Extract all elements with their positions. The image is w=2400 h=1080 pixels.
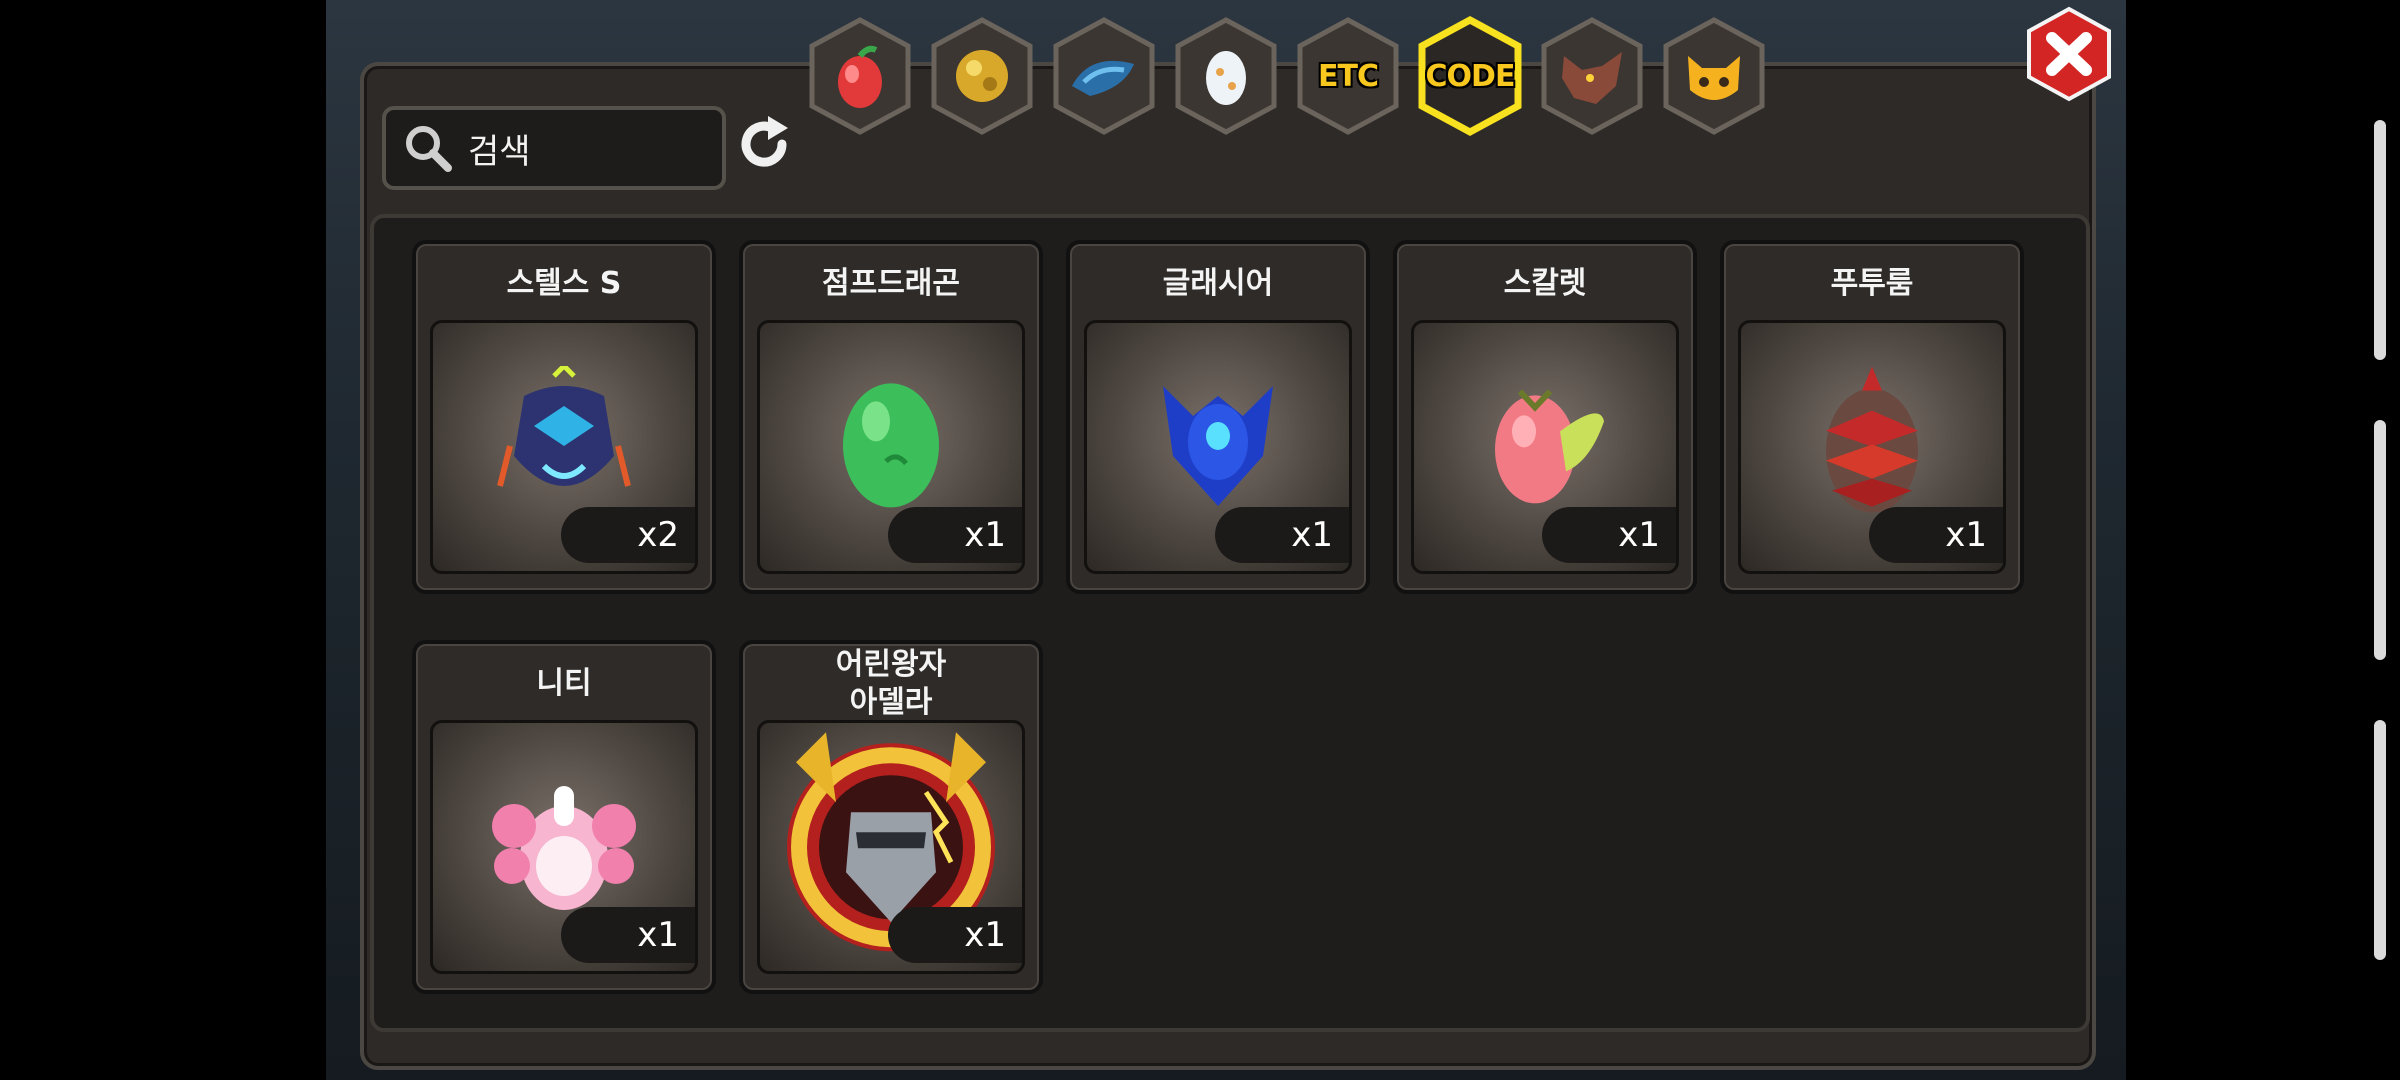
stealth-dragon-egg-icon (497, 366, 631, 487)
scrollbar[interactable] (2374, 120, 2386, 960)
item-name: 스텔스 S (506, 266, 622, 301)
item-image: x1 (1411, 320, 1679, 574)
tab-etc[interactable]: ETC (1294, 16, 1402, 136)
item-quantity: x1 (561, 907, 695, 963)
item-quantity: x1 (1215, 507, 1349, 563)
item-quantity: x2 (561, 507, 695, 563)
item-card[interactable]: 니티 x1 (412, 640, 716, 994)
refresh-icon (741, 116, 788, 167)
right-margin (2126, 0, 2400, 1080)
item-card[interactable]: 스칼렛 x1 (1393, 240, 1697, 594)
tab-fruit[interactable] (806, 16, 914, 136)
tab-egg[interactable] (1172, 16, 1280, 136)
pink-winged-egg-icon (1495, 389, 1604, 504)
item-card[interactable]: 푸투룸 x1 (1720, 240, 2024, 594)
tab-code-label: CODE (1425, 58, 1516, 94)
item-name: 스칼렛 (1503, 266, 1587, 301)
item-image: x2 (430, 320, 698, 574)
item-card[interactable]: 점프드래곤 x1 (739, 240, 1043, 594)
left-margin (0, 0, 326, 1080)
scrollbar-segment[interactable] (2374, 720, 2386, 960)
item-quantity: x1 (888, 907, 1022, 963)
item-name: 글래시어 (1162, 266, 1274, 301)
tab-beast[interactable] (1538, 16, 1646, 136)
item-image: x1 (1084, 320, 1352, 574)
search-field[interactable]: 검색 (382, 106, 726, 190)
item-quantity: x1 (888, 507, 1022, 563)
tab-gold[interactable] (928, 16, 1036, 136)
pink-ribbon-egg-icon (492, 786, 636, 910)
item-name: 점프드래곤 (822, 266, 960, 301)
scrollbar-segment[interactable] (2374, 120, 2386, 360)
item-name: 어린왕자 아델라 (835, 647, 947, 720)
red-spiked-egg-icon (1826, 366, 1918, 513)
close-icon (2027, 6, 2111, 102)
item-quantity: x1 (1869, 507, 2003, 563)
item-card[interactable]: 어린왕자 아델라 x1 (739, 640, 1043, 994)
close-button[interactable] (2024, 6, 2114, 102)
green-egg-icon (843, 383, 939, 508)
item-card[interactable]: 스텔스 S x2 (412, 240, 716, 594)
item-card[interactable]: 글래시어 x1 (1066, 240, 1370, 594)
tab-dragon-scale[interactable] (1050, 16, 1158, 136)
item-quantity: x1 (1542, 507, 1676, 563)
refresh-button[interactable] (732, 112, 796, 176)
search-input[interactable]: 검색 (468, 124, 531, 173)
blue-armored-egg-icon (1163, 386, 1273, 506)
tab-cat[interactable] (1660, 16, 1768, 136)
item-name: 푸투룸 (1830, 266, 1914, 301)
tab-code[interactable]: CODE (1416, 16, 1524, 136)
search-icon (402, 122, 454, 174)
item-image: x1 (430, 720, 698, 974)
scrollbar-segment[interactable] (2374, 420, 2386, 660)
item-image: x1 (1738, 320, 2006, 574)
item-image: x1 (757, 320, 1025, 574)
item-name: 니티 (536, 666, 592, 701)
item-image: x1 (757, 720, 1025, 974)
tab-etc-label: ETC (1318, 58, 1379, 94)
